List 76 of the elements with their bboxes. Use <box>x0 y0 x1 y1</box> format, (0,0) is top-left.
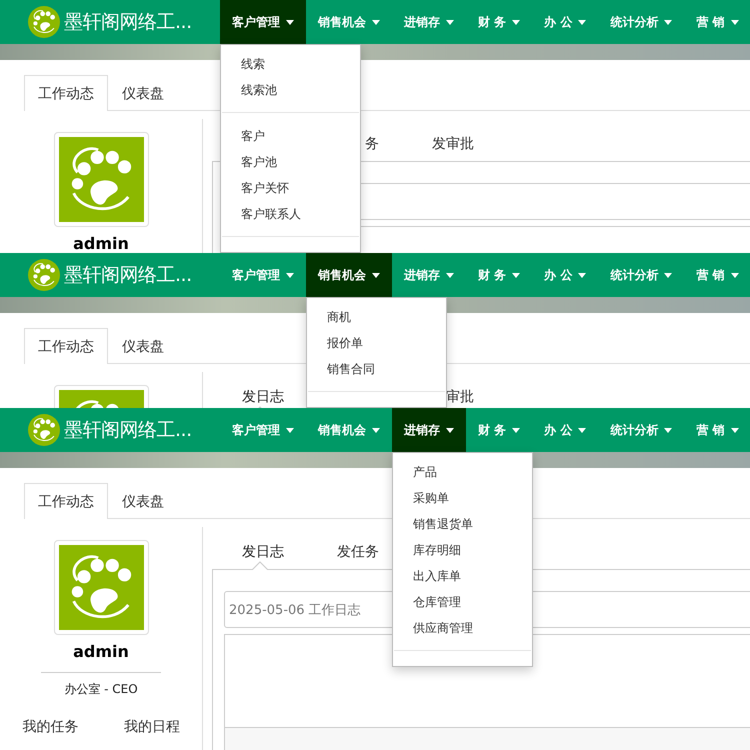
nav-menu[interactable]: 财 务 <box>466 0 532 44</box>
app-title: 墨轩阁网络工... <box>64 263 192 288</box>
app-title: 墨轩阁网络工... <box>64 418 192 443</box>
nav-menu[interactable]: 客户管理 <box>220 253 306 297</box>
dropdown-item[interactable]: 销售退货单 <box>393 511 532 537</box>
dropdown-item[interactable]: 客户关怀 <box>221 175 360 201</box>
nav-menu[interactable]: 统计分析 <box>598 0 684 44</box>
sub-tab[interactable]: 发任务 <box>333 543 379 561</box>
nav-menu[interactable]: 营 销 <box>684 0 750 44</box>
app-title: 墨轩阁网络工... <box>64 10 192 35</box>
nav-menu[interactable]: 办 公 <box>532 408 598 452</box>
nav-menu[interactable]: 统计分析 <box>598 253 684 297</box>
sub-tab[interactable]: 发日志 <box>238 388 284 406</box>
caret-icon <box>372 20 380 24</box>
caret-icon <box>286 428 294 432</box>
nav-menu[interactable]: 进销存 <box>392 0 466 44</box>
dropdown-item[interactable]: 库存明细 <box>393 537 532 563</box>
profile-link[interactable]: 我的任务 <box>22 718 78 736</box>
dropdown-item[interactable]: 商机 <box>307 304 446 330</box>
caret-icon <box>512 20 520 24</box>
caret-icon <box>372 428 380 432</box>
dropdown-item[interactable]: 销售合同 <box>307 356 446 382</box>
caret-icon <box>730 428 739 432</box>
dropdown-item[interactable]: 报价单 <box>307 330 446 356</box>
nav-menu[interactable]: 营 销 <box>684 253 750 297</box>
dropdown-item[interactable]: 采购单 <box>393 485 532 511</box>
tab[interactable]: 仪表盘 <box>108 75 178 111</box>
nav-menu[interactable]: 进销存 <box>392 408 466 452</box>
dropdown-item[interactable]: 客户联系人 <box>221 201 360 227</box>
caret-icon <box>512 428 520 432</box>
dropdown-item[interactable]: 线索池 <box>221 77 360 103</box>
caret-icon <box>372 272 380 278</box>
tab[interactable]: 仪表盘 <box>108 328 178 364</box>
dropdown-item[interactable]: 出入库单 <box>393 563 532 589</box>
nav-menu[interactable]: 销售机会 <box>306 408 392 452</box>
caret-icon <box>446 428 454 432</box>
nav-menu[interactable]: 客户管理 <box>220 0 306 44</box>
caret-icon <box>578 20 586 24</box>
nav-menu[interactable]: 销售机会 <box>306 0 392 44</box>
nav-menu[interactable]: 办 公 <box>532 253 598 297</box>
sub-tab[interactable]: 审批 <box>428 388 474 406</box>
nav-menu[interactable]: 客户管理 <box>220 408 306 452</box>
caret-icon <box>730 272 739 278</box>
tab[interactable]: 工作动态 <box>24 483 108 519</box>
dropdown-item[interactable]: 仓库管理 <box>393 589 532 615</box>
nav-menu[interactable]: 进销存 <box>392 253 466 297</box>
tab[interactable]: 工作动态 <box>24 328 108 364</box>
dropdown-item[interactable]: 线索 <box>221 51 360 77</box>
caret-icon <box>730 20 739 24</box>
dropdown-item[interactable]: 产品 <box>393 459 532 485</box>
nav-menu[interactable]: 统计分析 <box>598 408 684 452</box>
tab[interactable]: 工作动态 <box>24 75 108 111</box>
paw-icon <box>69 146 133 212</box>
caret-icon <box>446 20 454 24</box>
nav-menu[interactable]: 销售机会 <box>306 253 392 297</box>
sub-tab[interactable]: 发日志 <box>238 543 284 561</box>
caret-icon <box>286 272 294 278</box>
paw-icon <box>69 554 133 620</box>
caret-icon <box>446 272 454 278</box>
caret-icon <box>664 20 672 24</box>
nav-menu[interactable]: 办 公 <box>532 0 598 44</box>
caret-icon <box>578 428 586 432</box>
caret-icon <box>512 272 520 278</box>
caret-icon <box>286 20 294 24</box>
nav-menu[interactable]: 营 销 <box>684 408 750 452</box>
tab[interactable]: 仪表盘 <box>108 483 178 519</box>
nav-menu[interactable]: 财 务 <box>466 408 532 452</box>
user-role: 办公室 - CEO <box>64 681 138 698</box>
nav-menu[interactable]: 财 务 <box>466 253 532 297</box>
caret-icon <box>664 272 672 278</box>
dropdown-item[interactable]: 供应商管理 <box>393 615 532 641</box>
caret-icon <box>664 428 672 432</box>
caret-icon <box>578 272 586 278</box>
user-name: admin <box>41 644 161 673</box>
profile-link[interactable]: 我的日程 <box>124 718 180 736</box>
sub-tab[interactable]: 发审批 <box>428 135 474 153</box>
